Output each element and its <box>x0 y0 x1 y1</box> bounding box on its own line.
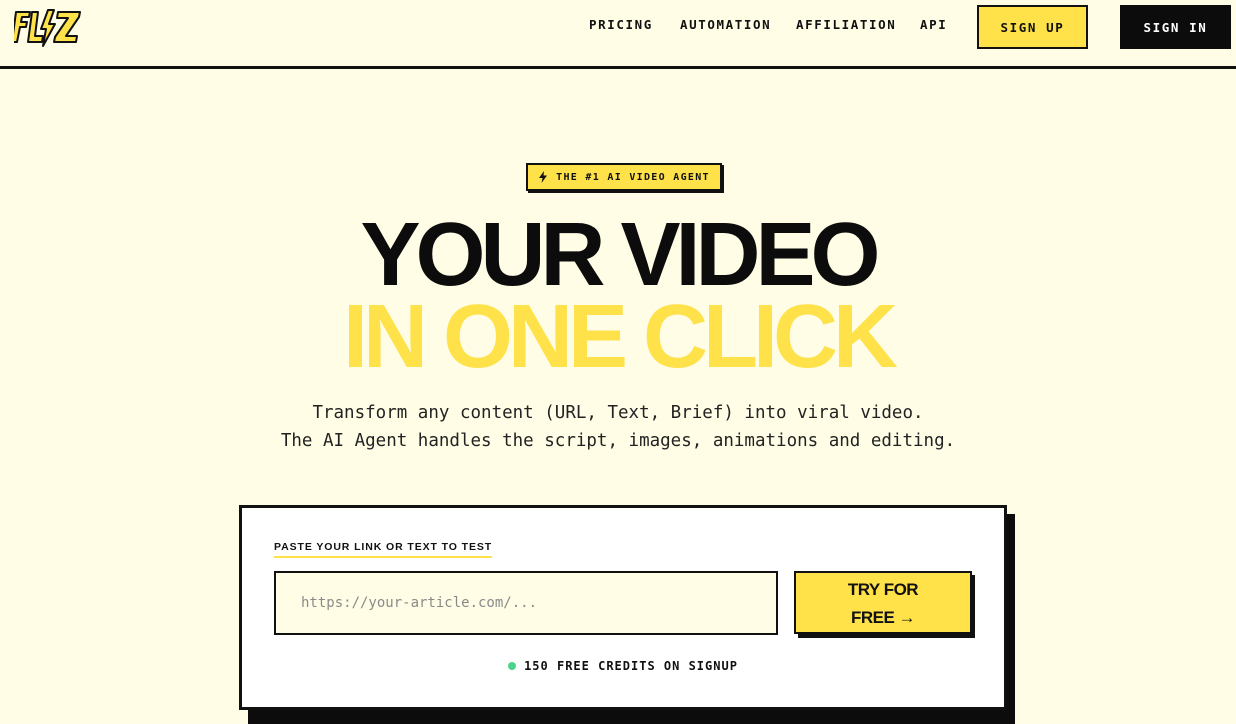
top-navbar: PRICING AUTOMATION AFFILIATION API SIGN … <box>0 0 1236 69</box>
green-dot-icon <box>508 662 517 670</box>
input-label: PASTE YOUR LINK OR TEXT TO TEST <box>274 541 493 558</box>
hero-subtitle-line1: Transform any content (URL, Text, Brief)… <box>312 403 924 423</box>
bolt-logo-icon[interactable] <box>14 6 84 48</box>
nav-automation[interactable]: AUTOMATION <box>680 17 771 32</box>
nav-api[interactable]: API <box>920 17 947 32</box>
try-for-free-button[interactable]: TRY FOR FREE → <box>794 571 972 634</box>
cta-line2: FREE → <box>850 608 916 627</box>
sign-up-button[interactable]: SIGN UP <box>977 5 1088 49</box>
nav-pricing[interactable]: PRICING <box>589 17 653 32</box>
hero-subtitle-line2: The AI Agent handles the script, images,… <box>280 431 956 451</box>
hero-title-line2: IN ONE CLICK <box>342 287 898 387</box>
badge-text: THE #1 AI VIDEO AGENT <box>556 171 710 183</box>
hero-badge: THE #1 AI VIDEO AGENT <box>526 163 722 191</box>
credits-note: 150 FREE CREDITS ON SIGNUP <box>0 659 1236 673</box>
url-input[interactable] <box>274 571 778 635</box>
sign-in-button[interactable]: SIGN IN <box>1120 5 1231 49</box>
lightning-icon <box>539 171 548 183</box>
nav-affiliation[interactable]: AFFILIATION <box>796 17 896 32</box>
cta-line1: TRY FOR <box>847 580 919 599</box>
credits-text: 150 FREE CREDITS ON SIGNUP <box>524 659 738 673</box>
